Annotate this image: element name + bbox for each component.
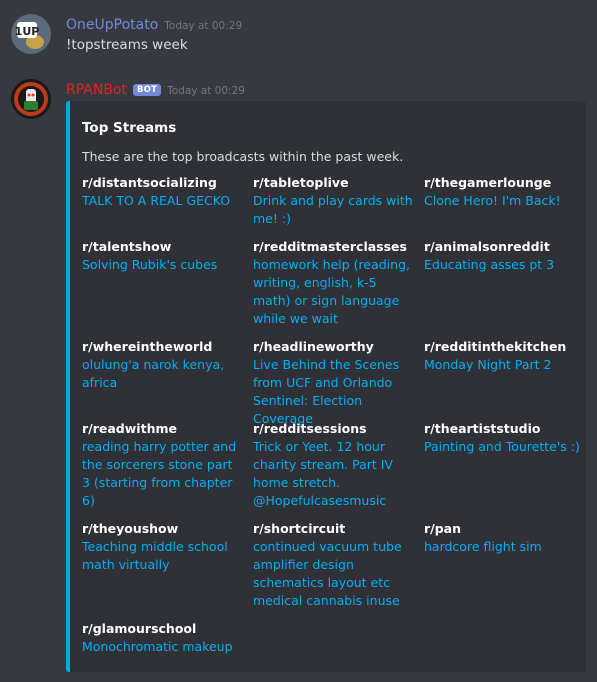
- embed-field: r/readwithme reading harry potter and th…: [82, 420, 242, 510]
- field-subreddit: r/headlineworthy: [253, 339, 374, 354]
- field-stream-link[interactable]: Monochromatic makeup: [82, 638, 242, 656]
- rpanbot-avatar-icon: [11, 79, 51, 119]
- embed-field: r/redditmasterclasses homework help (rea…: [253, 238, 413, 328]
- embed-title: Top Streams: [82, 120, 177, 136]
- embed-field: r/pan hardcore flight sim: [424, 520, 584, 556]
- message-content: !topstreams week: [66, 37, 188, 53]
- avatar-badge-text: 1UP: [15, 25, 40, 38]
- username[interactable]: RPANBot: [66, 82, 127, 98]
- potato-avatar-icon: 1UP: [11, 14, 51, 54]
- field-stream-link[interactable]: Trick or Yeet. 12 hour charity stream. P…: [253, 438, 413, 510]
- embed-field: r/animalsonreddit Educating asses pt 3: [424, 238, 584, 274]
- field-stream-link[interactable]: homework help (reading, writing, english…: [253, 256, 413, 328]
- field-stream-link[interactable]: Clone Hero! I'm Back!: [424, 192, 584, 210]
- embed-field: r/theartiststudio Painting and Tourette'…: [424, 420, 584, 456]
- message-header: OneUpPotato Today at 00:29: [66, 14, 242, 33]
- embed-field: r/redditinthekitchen Monday Night Part 2: [424, 338, 584, 374]
- avatar-rpanbot[interactable]: [11, 79, 51, 119]
- field-stream-link[interactable]: hardcore flight sim: [424, 538, 584, 556]
- field-stream-link[interactable]: reading harry potter and the sorcerers s…: [82, 438, 242, 510]
- embed-field: r/theyoushow Teaching middle school math…: [82, 520, 242, 574]
- embed-field: r/whereintheworld olulung'a narok kenya,…: [82, 338, 242, 392]
- field-subreddit: r/shortcircuit: [253, 521, 346, 536]
- embed-field: r/headlineworthy Live Behind the Scenes …: [253, 338, 413, 428]
- embed-field: r/shortcircuit continued vacuum tube amp…: [253, 520, 413, 610]
- field-stream-link[interactable]: olulung'a narok kenya, africa: [82, 356, 242, 392]
- field-stream-link[interactable]: Painting and Tourette's :): [424, 438, 584, 456]
- timestamp: Today at 00:29: [167, 85, 245, 97]
- message-oneuppotato: 1UP OneUpPotato Today at 00:29 !topstream…: [0, 0, 597, 70]
- field-stream-link[interactable]: Educating asses pt 3: [424, 256, 584, 274]
- embed-description: These are the top broadcasts within the …: [82, 149, 404, 164]
- field-subreddit: r/whereintheworld: [82, 339, 213, 354]
- embed-field: r/talentshow Solving Rubik's cubes: [82, 238, 242, 274]
- embed-field: r/thegamerlounge Clone Hero! I'm Back!: [424, 174, 584, 210]
- field-subreddit: r/redditmasterclasses: [253, 239, 407, 254]
- field-subreddit: r/thegamerlounge: [424, 175, 552, 190]
- field-stream-link[interactable]: Solving Rubik's cubes: [82, 256, 242, 274]
- field-subreddit: r/readwithme: [82, 421, 177, 436]
- avatar-oneuppotato[interactable]: 1UP: [11, 14, 51, 54]
- timestamp: Today at 00:29: [164, 20, 243, 32]
- field-subreddit: r/animalsonreddit: [424, 239, 550, 254]
- field-subreddit: r/redditinthekitchen: [424, 339, 567, 354]
- field-subreddit: r/theartiststudio: [424, 421, 541, 436]
- embed-field: r/redditsessions Trick or Yeet. 12 hour …: [253, 420, 413, 510]
- field-stream-link[interactable]: TALK TO A REAL GECKO: [82, 192, 242, 210]
- field-subreddit: r/redditsessions: [253, 421, 367, 436]
- bot-tag: BOT: [132, 84, 162, 96]
- field-stream-link[interactable]: Monday Night Part 2: [424, 356, 584, 374]
- field-subreddit: r/distantsocializing: [82, 175, 217, 190]
- username[interactable]: OneUpPotato: [66, 17, 158, 33]
- field-subreddit: r/talentshow: [82, 239, 172, 254]
- embed-field: r/distantsocializing TALK TO A REAL GECK…: [82, 174, 242, 210]
- field-stream-link[interactable]: continued vacuum tube amplifier design s…: [253, 538, 413, 610]
- embed-field: r/tabletoplive Drink and play cards with…: [253, 174, 413, 228]
- field-subreddit: r/pan: [424, 521, 462, 536]
- field-stream-link[interactable]: Live Behind the Scenes from UCF and Orla…: [253, 356, 413, 428]
- message-header: RPANBot BOT Today at 00:29: [66, 79, 245, 98]
- field-subreddit: r/glamourschool: [82, 621, 197, 636]
- field-stream-link[interactable]: Teaching middle school math virtually: [82, 538, 242, 574]
- field-stream-link[interactable]: Drink and play cards with me! :): [253, 192, 413, 228]
- field-subreddit: r/tabletoplive: [253, 175, 349, 190]
- field-subreddit: r/theyoushow: [82, 521, 179, 536]
- embed-field: r/glamourschool Monochromatic makeup: [82, 620, 242, 656]
- top-streams-embed: Top Streams These are the top broadcasts…: [66, 101, 586, 672]
